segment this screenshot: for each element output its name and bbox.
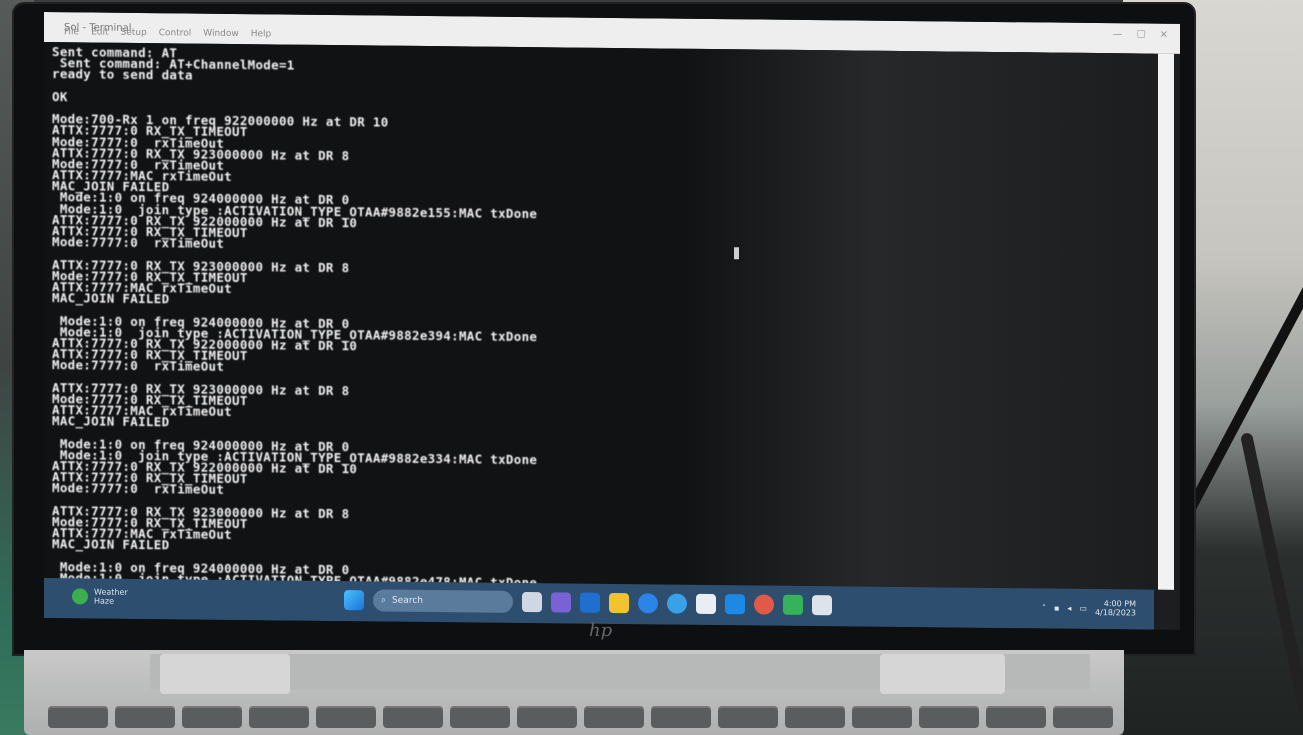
keyboard-key [517, 706, 577, 728]
menu-file[interactable]: File [64, 27, 79, 37]
hinge-segment [160, 654, 290, 694]
weather-icon [72, 588, 88, 605]
chrome-icon[interactable] [638, 593, 658, 614]
app-icon[interactable] [725, 594, 745, 615]
menu-help[interactable]: Help [251, 29, 272, 39]
laptop-lid: Sol - Terminal File Edit Setup Control W… [14, 4, 1194, 654]
weather-title: Weather [94, 587, 128, 597]
clock[interactable]: 4:00 PM 4/18/2023 [1095, 599, 1136, 617]
clock-date: 4/18/2023 [1094, 608, 1136, 618]
taskbar-apps: ⌕ Search [344, 589, 832, 616]
edge-icon[interactable] [580, 592, 600, 613]
keyboard-key [249, 706, 309, 728]
maximize-button[interactable]: ☐ [1137, 29, 1146, 40]
keyboard-key [48, 706, 108, 728]
screen-reflection [684, 48, 1154, 590]
keyboard-key [316, 706, 376, 728]
console-line: ATTX:7777:0 RX_TX 923000000 Hz at DR 8 [52, 626, 537, 630]
network-icon[interactable]: ▪ [1054, 603, 1059, 612]
keyboard-key [986, 706, 1046, 728]
keyboard-key [182, 706, 242, 728]
chat-icon[interactable] [551, 592, 571, 613]
keyboard-key [718, 706, 778, 728]
menu-edit[interactable]: Edit [91, 27, 108, 37]
menu-control[interactable]: Control [159, 28, 192, 38]
weather-subtitle: Haze [94, 596, 115, 606]
minimize-button[interactable]: — [1113, 29, 1123, 40]
keyboard-row [48, 706, 1113, 728]
keyboard-key [919, 706, 979, 728]
file-explorer-icon[interactable] [609, 592, 629, 614]
battery-icon[interactable]: ▭ [1079, 603, 1087, 612]
hinge-segment [880, 654, 1005, 694]
search-icon: ⌕ [381, 595, 387, 606]
chevron-up-icon[interactable]: ˄ [1042, 603, 1046, 612]
store-icon[interactable] [667, 593, 687, 614]
window-controls: — ☐ ✕ [1113, 29, 1168, 41]
photos-icon[interactable] [754, 594, 774, 615]
console-scrollbar[interactable] [1158, 53, 1174, 590]
weather-widget[interactable]: Weather Haze [72, 587, 128, 606]
keyboard-key [1053, 706, 1113, 728]
menu-window[interactable]: Window [203, 29, 239, 39]
close-button[interactable]: ✕ [1160, 30, 1168, 41]
keyboard-key [651, 706, 711, 728]
menu-setup[interactable]: Setup [121, 28, 147, 38]
window-menu: File Edit Setup Control Window Help [64, 27, 271, 39]
system-tray: ˄ ▪ ◂ ▭ 4:00 PM 4/18/2023 [1042, 598, 1136, 617]
text-cursor [734, 247, 739, 260]
taskbar-search[interactable]: ⌕ Search [373, 589, 513, 613]
keyboard-key [450, 706, 510, 728]
clock-time: 4:00 PM [1103, 599, 1136, 609]
terminal-console[interactable]: Sent command: AT Sent command: AT+Channe… [44, 42, 1154, 630]
search-placeholder: Search [392, 595, 423, 606]
keyboard-key [115, 706, 175, 728]
keyboard-key [852, 706, 912, 728]
task-view-icon[interactable] [522, 592, 542, 613]
mail-icon[interactable] [696, 593, 716, 615]
volume-icon[interactable]: ◂ [1067, 603, 1071, 612]
console-output: Sent command: AT Sent command: AT+Channe… [52, 44, 537, 630]
keyboard-key [785, 706, 845, 728]
keyboard-key [584, 706, 644, 728]
laptop-screen: Sol - Terminal File Edit Setup Control W… [44, 12, 1180, 630]
notes-icon[interactable] [812, 595, 832, 616]
hp-logo: hp [589, 620, 613, 641]
keyboard-key [383, 706, 443, 728]
settings-icon[interactable] [783, 594, 803, 615]
start-icon[interactable] [344, 590, 364, 611]
